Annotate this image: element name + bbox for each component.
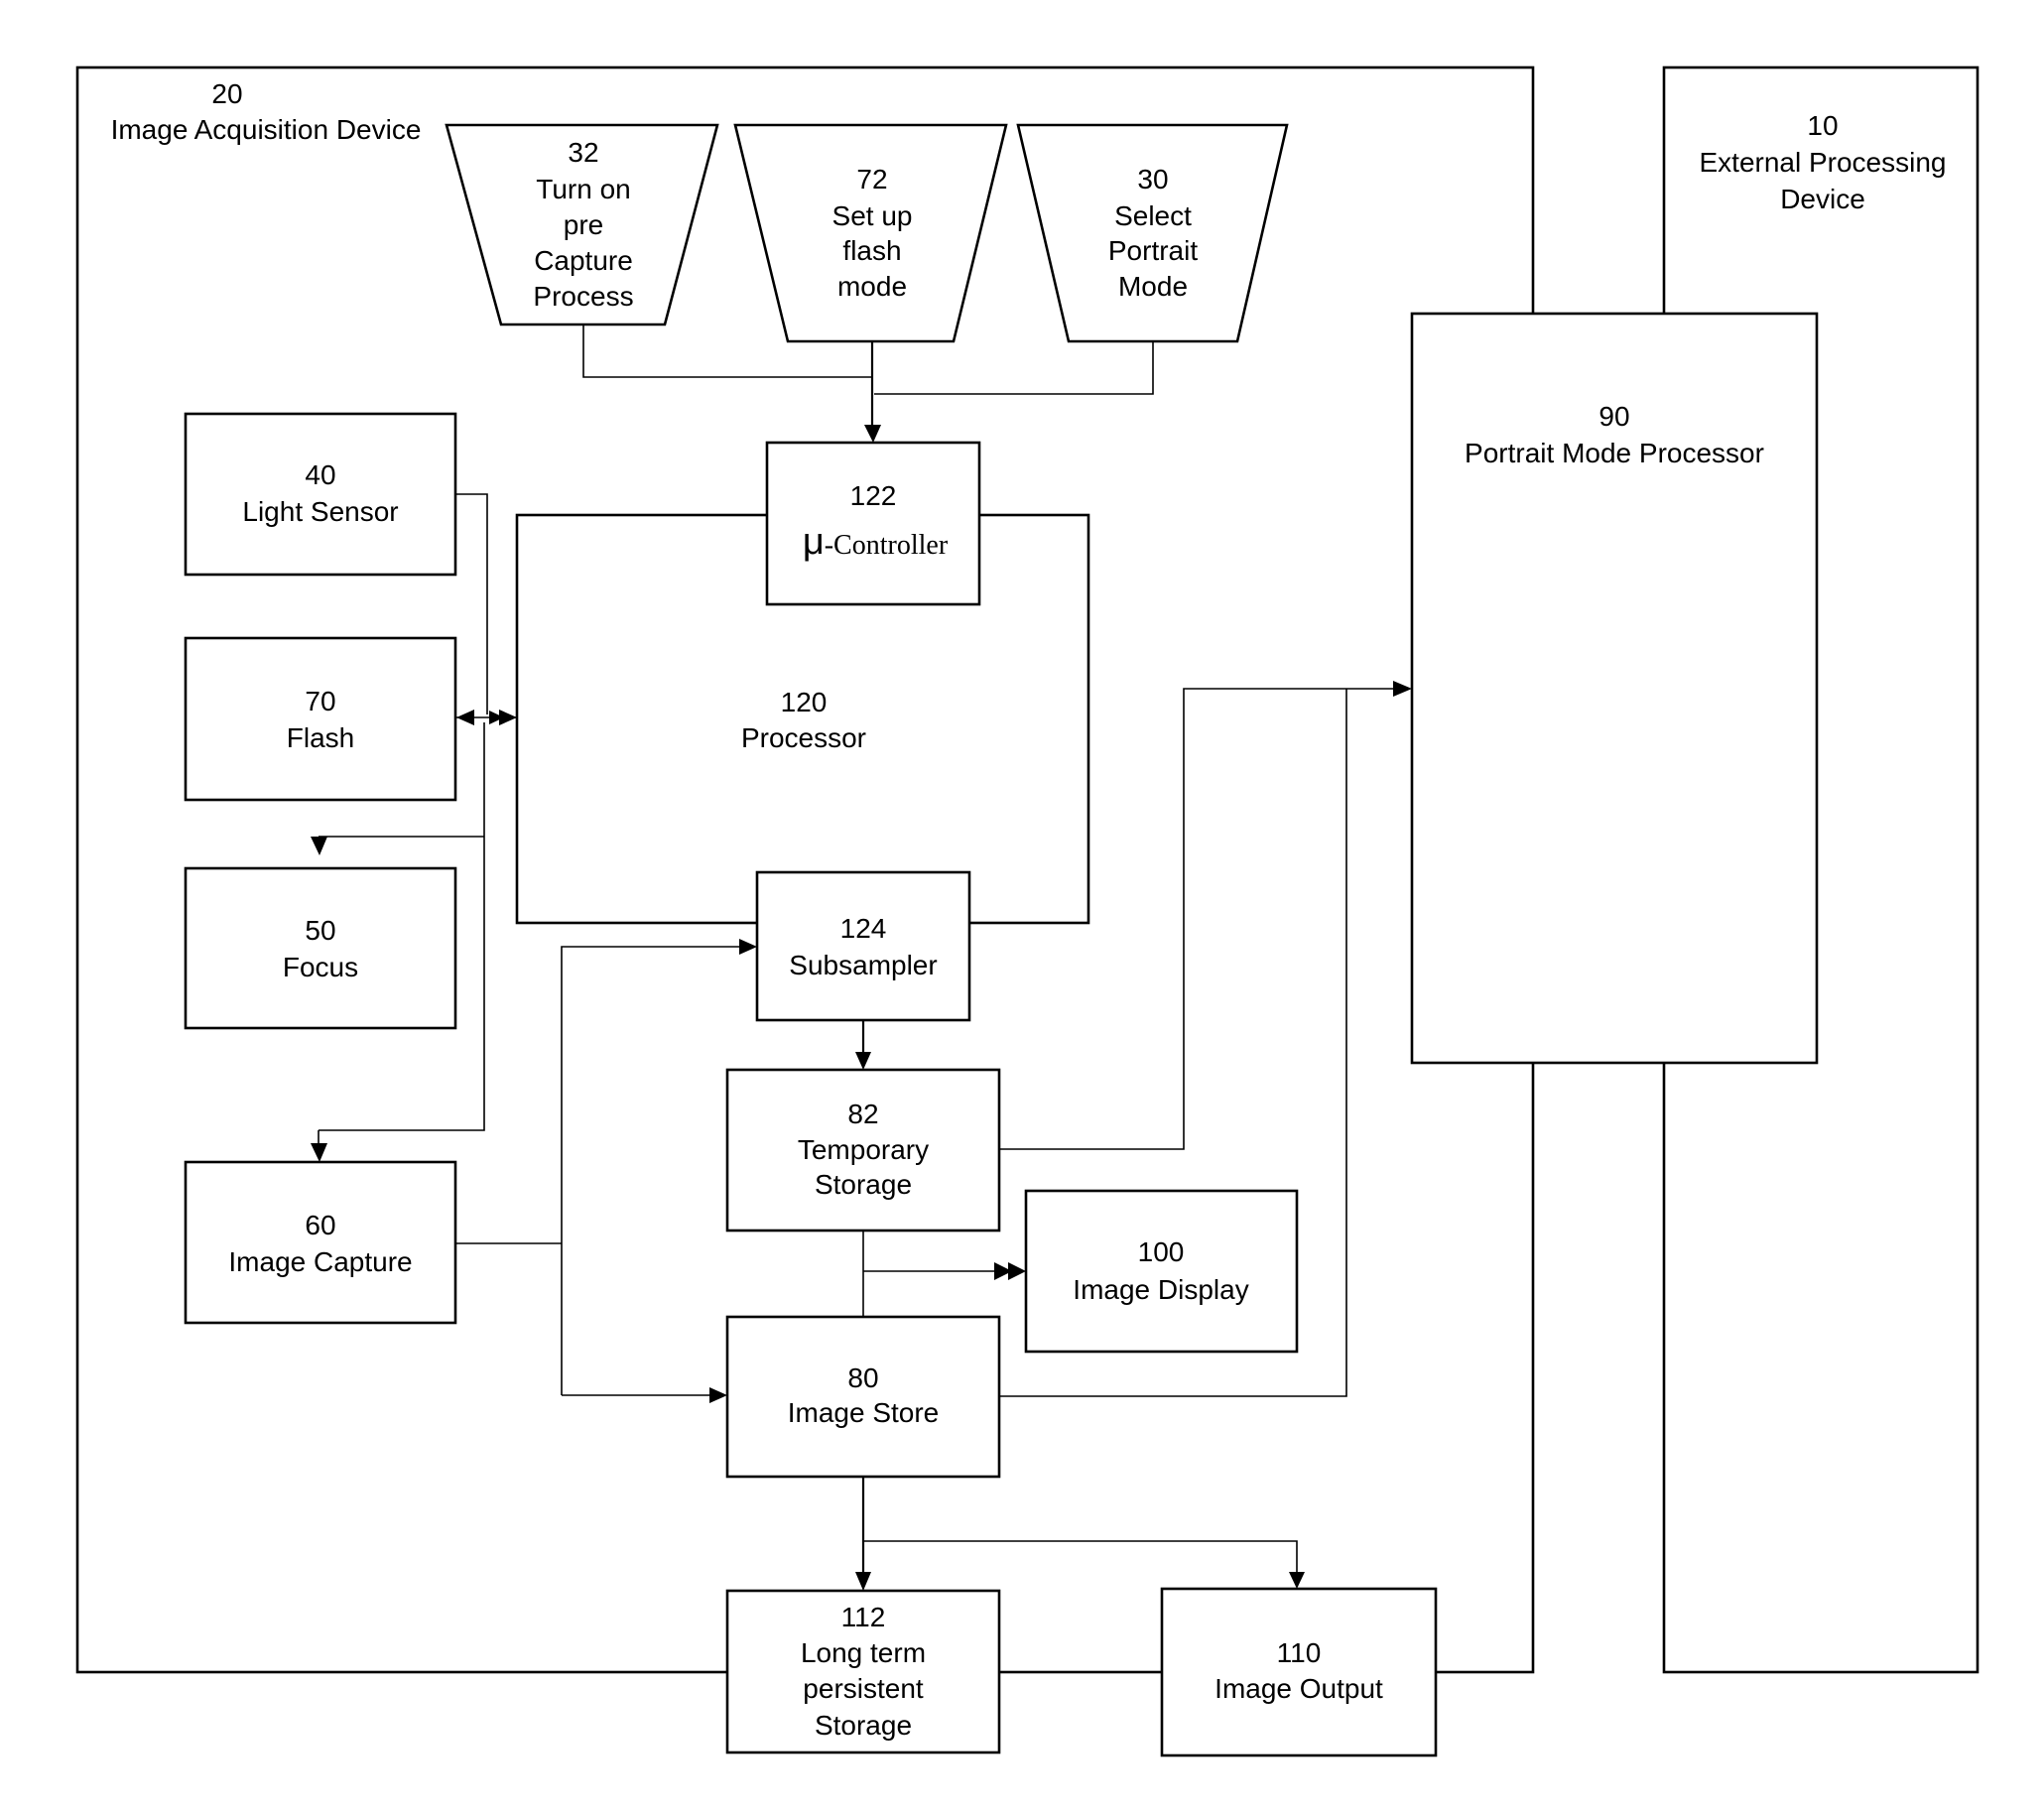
controller-word: -Controller xyxy=(825,530,949,561)
block-flash: 70 Flash xyxy=(184,636,457,802)
block-temporary-storage-ref: 82 xyxy=(847,1099,878,1129)
external-processing-device-label-line-1: External Processing xyxy=(1699,147,1946,178)
block-controller-ref: 122 xyxy=(850,480,897,511)
block-temporary-storage-line-1: Temporary xyxy=(798,1134,929,1165)
block-temporary-storage: 82 Temporary Storage xyxy=(725,1068,1001,1232)
block-image-capture: 60 Image Capture xyxy=(184,1160,457,1325)
block-long-term-storage-line-1: Long term xyxy=(801,1637,926,1668)
image-acquisition-device-ref: 20 xyxy=(211,78,242,109)
external-processing-device-ref: 10 xyxy=(1807,110,1838,141)
block-controller-rect xyxy=(765,441,981,606)
block-controller: 122 μ-Controller xyxy=(765,441,981,606)
block-image-output-rect xyxy=(1160,1587,1438,1757)
input-portrait-mode-line-2: Portrait xyxy=(1108,235,1198,266)
input-flash-mode-line-1: Set up xyxy=(832,200,913,231)
block-flash-ref: 70 xyxy=(305,686,335,716)
input-pre-capture-ref: 32 xyxy=(568,137,598,168)
block-image-store-ref: 80 xyxy=(847,1362,878,1393)
wire-to-subsampler xyxy=(561,946,742,1395)
mu-symbol: μ xyxy=(803,521,825,563)
arrowhead-temp-storage xyxy=(855,1052,871,1070)
block-subsampler-label: Subsampler xyxy=(789,950,937,980)
input-pre-capture-line-4: Process xyxy=(533,281,633,312)
arrowhead-image-store xyxy=(709,1387,727,1403)
block-flash-rect xyxy=(184,636,457,802)
block-focus-rect xyxy=(184,866,457,1030)
block-light-sensor-label: Light Sensor xyxy=(242,496,398,527)
block-image-display-ref: 100 xyxy=(1138,1236,1185,1267)
block-temporary-storage-line-2: Storage xyxy=(815,1169,912,1200)
block-long-term-storage-line-3: Storage xyxy=(815,1710,912,1741)
arrowhead-flash xyxy=(456,710,474,725)
block-light-sensor: 40 Light Sensor xyxy=(184,412,457,577)
block-subsampler: 124 Subsampler xyxy=(755,870,971,1022)
arrowhead-image-capture xyxy=(311,1143,327,1162)
arrowhead-controller xyxy=(864,425,881,443)
block-diagram: 20 Image Acquisition Device 10 External … xyxy=(75,65,1980,1757)
block-long-term-storage-line-2: persistent xyxy=(803,1673,924,1704)
input-flash-mode-line-2: flash xyxy=(842,235,901,266)
block-flash-label: Flash xyxy=(287,722,354,753)
block-image-display: 100 Image Display xyxy=(1024,1189,1299,1354)
input-portrait-mode[interactable]: 30 Select Portrait Mode xyxy=(1016,123,1289,343)
block-image-store: 80 Image Store xyxy=(725,1315,1001,1479)
block-long-term-storage-ref: 112 xyxy=(841,1602,886,1632)
block-image-output: 110 Image Output xyxy=(1160,1587,1438,1757)
block-image-output-ref: 110 xyxy=(1277,1637,1322,1668)
wire-image-store-to-output xyxy=(863,1540,1298,1574)
image-acquisition-device-label: Image Acquisition Device xyxy=(111,114,422,145)
external-processing-device-label-line-2: Device xyxy=(1780,184,1865,214)
block-portrait-mode-processor: 90 Portrait Mode Processor xyxy=(1410,312,1819,1065)
input-flash-mode[interactable]: 72 Set up flash mode xyxy=(733,123,1008,343)
input-portrait-mode-shape[interactable] xyxy=(1016,123,1289,343)
block-image-capture-ref: 60 xyxy=(305,1210,335,1240)
block-subsampler-rect xyxy=(755,870,971,1022)
arrowhead-display-2 xyxy=(1008,1262,1026,1280)
block-focus: 50 Focus xyxy=(184,866,457,1030)
input-pre-capture-line-1: Turn on xyxy=(536,174,630,204)
input-flash-mode-line-3: mode xyxy=(837,271,907,302)
wire-portrait-mode-to-controller xyxy=(874,341,1154,395)
input-flash-mode-shape[interactable] xyxy=(733,123,1008,343)
block-focus-ref: 50 xyxy=(305,915,335,946)
block-light-sensor-ref: 40 xyxy=(305,459,335,490)
block-processor-label: Processor xyxy=(741,722,866,753)
input-pre-capture-line-2: pre xyxy=(564,209,603,240)
block-light-sensor-rect xyxy=(184,412,457,577)
block-portrait-mode-processor-ref: 90 xyxy=(1598,401,1629,432)
block-image-store-label: Image Store xyxy=(788,1397,940,1428)
arrowhead-portrait-processor xyxy=(1393,681,1412,697)
block-image-display-label: Image Display xyxy=(1073,1274,1248,1305)
input-flash-mode-ref: 72 xyxy=(856,164,887,195)
arrowhead-long-term xyxy=(855,1572,871,1591)
block-focus-label: Focus xyxy=(283,952,358,982)
block-image-display-rect xyxy=(1024,1189,1299,1354)
input-pre-capture[interactable]: 32 Turn on pre Capture Process xyxy=(445,123,719,326)
arrowhead-image-output xyxy=(1289,1572,1305,1589)
input-portrait-mode-line-3: Mode xyxy=(1118,271,1188,302)
block-subsampler-ref: 124 xyxy=(840,913,887,944)
block-image-capture-label: Image Capture xyxy=(228,1246,412,1277)
input-portrait-mode-ref: 30 xyxy=(1137,164,1168,195)
block-image-capture-rect xyxy=(184,1160,457,1325)
block-portrait-mode-processor-label: Portrait Mode Processor xyxy=(1465,438,1764,468)
input-portrait-mode-line-1: Select xyxy=(1114,200,1192,231)
block-image-output-label: Image Output xyxy=(1214,1673,1383,1704)
block-processor-ref: 120 xyxy=(781,687,828,717)
block-long-term-storage: 112 Long term persistent Storage xyxy=(725,1589,1001,1754)
arrowhead-subsampler xyxy=(739,939,757,955)
input-pre-capture-line-3: Capture xyxy=(534,245,633,276)
wire-light-sensor-bus xyxy=(455,493,488,714)
